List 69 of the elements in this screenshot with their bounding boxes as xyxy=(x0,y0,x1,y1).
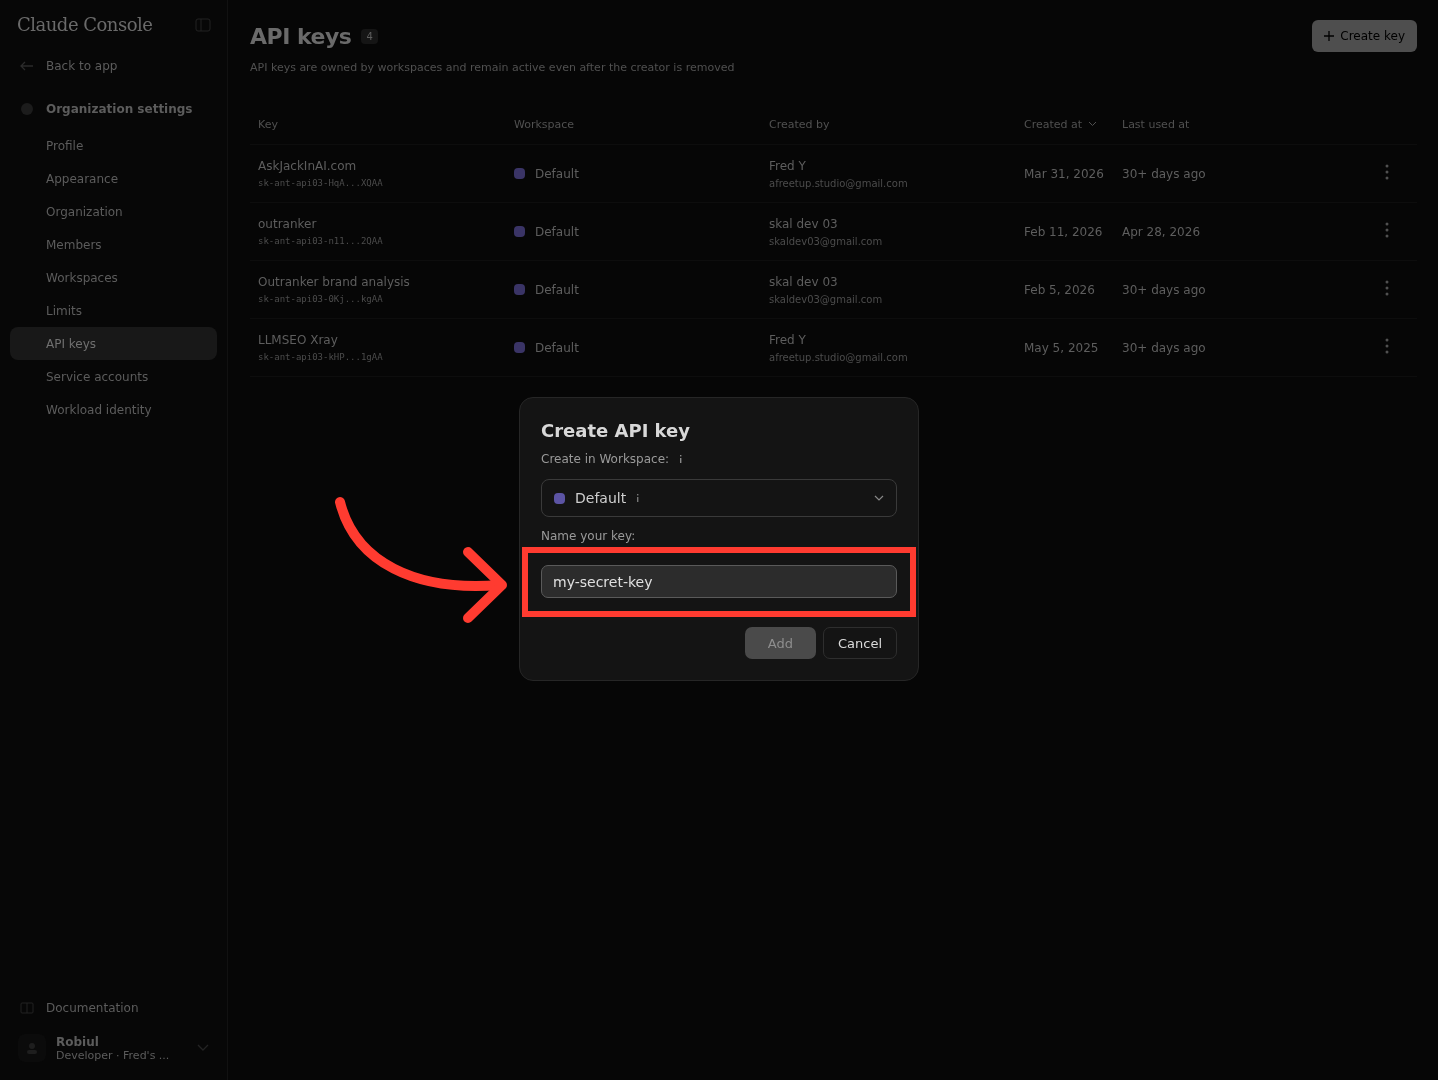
nav-item[interactable]: Workspaces xyxy=(10,261,217,294)
info-icon[interactable] xyxy=(679,455,684,463)
created-date: Feb 11, 2026 xyxy=(1024,224,1103,239)
workspace-name: Default xyxy=(535,282,579,297)
more-options-icon[interactable] xyxy=(1385,280,1389,296)
key-name-field[interactable]: my-secret-key xyxy=(541,565,897,598)
key-name: Outranker brand analysis xyxy=(258,275,411,289)
field-label: Name your key: xyxy=(541,529,636,543)
creator-email: afreetup.studio@gmail.com xyxy=(769,177,909,189)
column-header: Created by xyxy=(769,117,830,131)
nav-item[interactable]: Service accounts xyxy=(10,360,217,393)
creator-email: skaldev03@gmail.com xyxy=(769,293,884,305)
section-heading: Organization settings xyxy=(46,101,193,116)
column-header: Key xyxy=(258,117,278,131)
field-label: Create in Workspace: xyxy=(541,452,670,466)
sort-caret-icon[interactable] xyxy=(1088,121,1098,127)
created-date: May 5, 2025 xyxy=(1024,340,1099,355)
dialog-title: Create API key xyxy=(541,420,692,441)
last-used: 30+ days ago xyxy=(1122,166,1206,181)
key-value: sk-ant-api03-n11...2QAA xyxy=(258,236,384,246)
column-header: Last used at xyxy=(1122,117,1190,131)
plus-icon xyxy=(1324,31,1335,41)
workspace-name: Default xyxy=(535,340,579,355)
more-options-icon[interactable] xyxy=(1385,338,1389,354)
key-value: sk-ant-api03-HqA...XQAA xyxy=(258,178,384,188)
nav-item[interactable]: Limits xyxy=(10,294,217,327)
create-key-button[interactable]: Create key xyxy=(1312,20,1417,52)
more-options-icon[interactable] xyxy=(1385,222,1389,238)
creator-name: Fred Y xyxy=(769,332,807,347)
column-header[interactable]: Created at xyxy=(1024,117,1083,131)
chevron-down-icon xyxy=(874,495,884,501)
nav-item[interactable]: Appearance xyxy=(10,162,217,195)
avatar-icon xyxy=(18,1034,46,1062)
creator-email: skaldev03@gmail.com xyxy=(769,235,884,247)
key-name: AskJackInAI.com xyxy=(258,159,358,173)
nav-item[interactable]: Profile xyxy=(10,129,217,162)
workspace-name: Default xyxy=(535,224,579,239)
cancel-button[interactable]: Cancel xyxy=(822,627,897,659)
key-name: outranker xyxy=(258,217,318,231)
key-value: sk-ant-api03-kHP...1gAA xyxy=(258,352,384,362)
page-description: API keys are owned by workspaces and remain active even after the creator is removed xyxy=(250,61,735,74)
app-logo: Claude Console xyxy=(17,14,153,35)
created-date: Mar 31, 2026 xyxy=(1024,166,1104,181)
creator-name: skal dev 03 xyxy=(769,216,839,231)
count-badge: 4 xyxy=(361,29,378,44)
column-header: Workspace xyxy=(514,117,575,131)
back-arrow-icon xyxy=(20,60,34,71)
page-title: API keys xyxy=(250,24,352,49)
nav-item[interactable]: API keys xyxy=(10,327,217,360)
nav-item[interactable]: Workload identity xyxy=(10,393,217,426)
more-options-icon[interactable] xyxy=(1385,164,1389,180)
creator-name: Fred Y xyxy=(769,158,807,173)
back-link[interactable]: Back to app xyxy=(46,58,118,73)
key-name: LLMSEO Xray xyxy=(258,333,339,347)
user-role: Developer · Fred's ... xyxy=(56,1048,171,1062)
workspace-select[interactable]: Default xyxy=(541,479,897,517)
nav-item[interactable]: Members xyxy=(10,228,217,261)
last-used: Apr 28, 2026 xyxy=(1122,224,1200,239)
last-used: 30+ days ago xyxy=(1122,282,1206,297)
workspace-name: Default xyxy=(535,166,579,181)
user-name: Robiul xyxy=(56,1034,100,1049)
creator-name: skal dev 03 xyxy=(769,274,839,289)
creator-email: afreetup.studio@gmail.com xyxy=(769,351,909,363)
last-used: 30+ days ago xyxy=(1122,340,1206,355)
created-date: Feb 5, 2026 xyxy=(1024,282,1095,297)
info-icon[interactable] xyxy=(636,494,641,502)
documentation-link[interactable]: Documentation xyxy=(46,1000,139,1015)
nav-item[interactable]: Organization xyxy=(10,195,217,228)
key-value: sk-ant-api03-0Kj...kgAA xyxy=(258,294,384,304)
